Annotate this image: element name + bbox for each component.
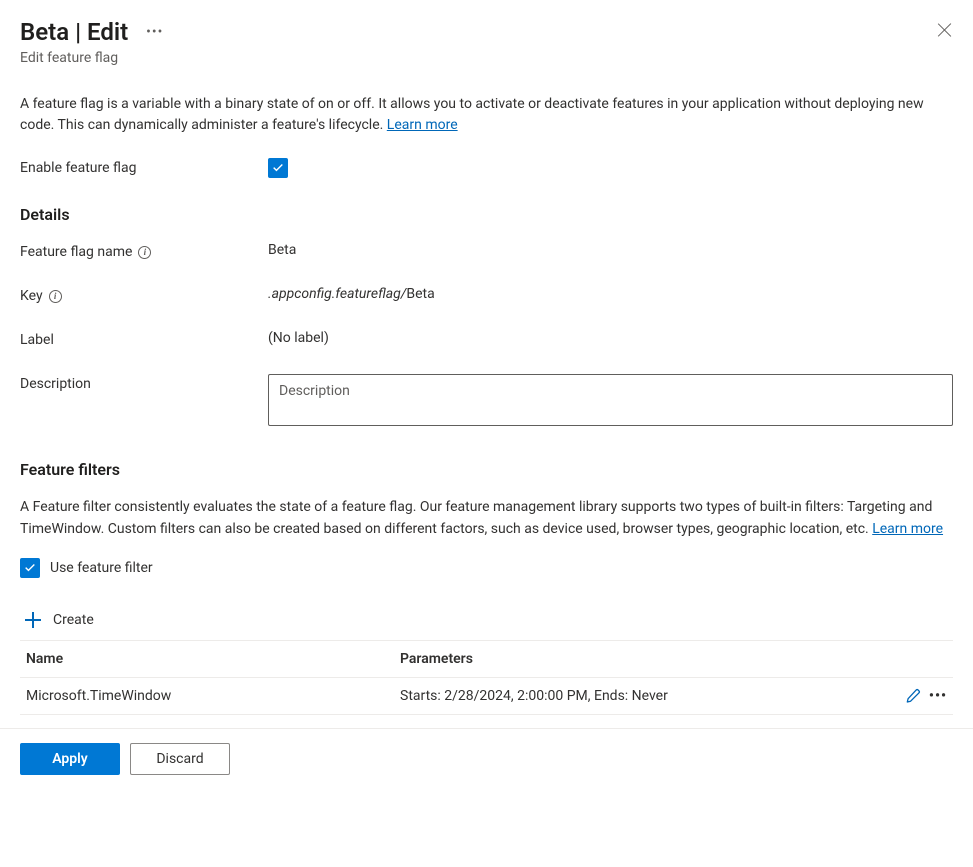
close-icon[interactable]	[937, 22, 953, 38]
col-header-parameters: Parameters	[376, 651, 887, 667]
apply-button[interactable]: Apply	[20, 743, 120, 775]
discard-button[interactable]: Discard	[130, 743, 230, 775]
key-value: .appconfig.featureflag/Beta	[268, 286, 953, 302]
more-options-icon[interactable]: •••	[146, 24, 163, 40]
details-heading: Details	[20, 205, 953, 224]
key-prefix: .appconfig.featureflag/	[268, 286, 406, 302]
enable-flag-label: Enable feature flag	[20, 158, 268, 176]
intro-learn-more-link[interactable]: Learn more	[387, 117, 458, 133]
filters-learn-more-link[interactable]: Learn more	[872, 521, 943, 537]
enable-flag-checkbox[interactable]	[268, 158, 288, 178]
flag-name-label: Feature flag name	[20, 244, 132, 260]
intro-body: A feature flag is a variable with a bina…	[20, 96, 924, 133]
intro-text: A feature flag is a variable with a bina…	[20, 94, 953, 136]
plus-icon	[25, 612, 41, 628]
filters-heading: Feature filters	[20, 460, 953, 479]
description-label: Description	[20, 376, 91, 392]
key-suffix: Beta	[406, 286, 434, 302]
filter-row-name: Microsoft.TimeWindow	[26, 688, 376, 704]
filters-desc-body: A Feature filter consistently evaluates …	[20, 499, 932, 537]
use-filter-checkbox[interactable]	[20, 558, 40, 578]
col-header-name: Name	[26, 651, 376, 667]
info-icon[interactable]	[138, 246, 151, 259]
page-subtitle: Edit feature flag	[20, 50, 953, 66]
label-label: Label	[20, 332, 54, 348]
label-value: (No label)	[268, 330, 953, 346]
table-row: Microsoft.TimeWindow Starts: 2/28/2024, …	[20, 678, 953, 715]
pencil-icon[interactable]	[905, 688, 921, 704]
filters-table: Name Parameters Microsoft.TimeWindow Sta…	[20, 640, 953, 715]
row-more-icon[interactable]: •••	[929, 688, 947, 704]
description-input[interactable]	[268, 374, 953, 426]
page-title: Beta | Edit	[20, 18, 128, 46]
filter-row-parameters: Starts: 2/28/2024, 2:00:00 PM, Ends: Nev…	[376, 688, 887, 704]
flag-name-value: Beta	[268, 242, 953, 258]
use-filter-label: Use feature filter	[50, 560, 153, 576]
create-filter-button[interactable]: Create	[20, 602, 953, 640]
key-label: Key	[20, 288, 43, 304]
filters-description: A Feature filter consistently evaluates …	[20, 497, 953, 540]
create-label: Create	[53, 612, 94, 628]
info-icon[interactable]	[49, 290, 62, 303]
